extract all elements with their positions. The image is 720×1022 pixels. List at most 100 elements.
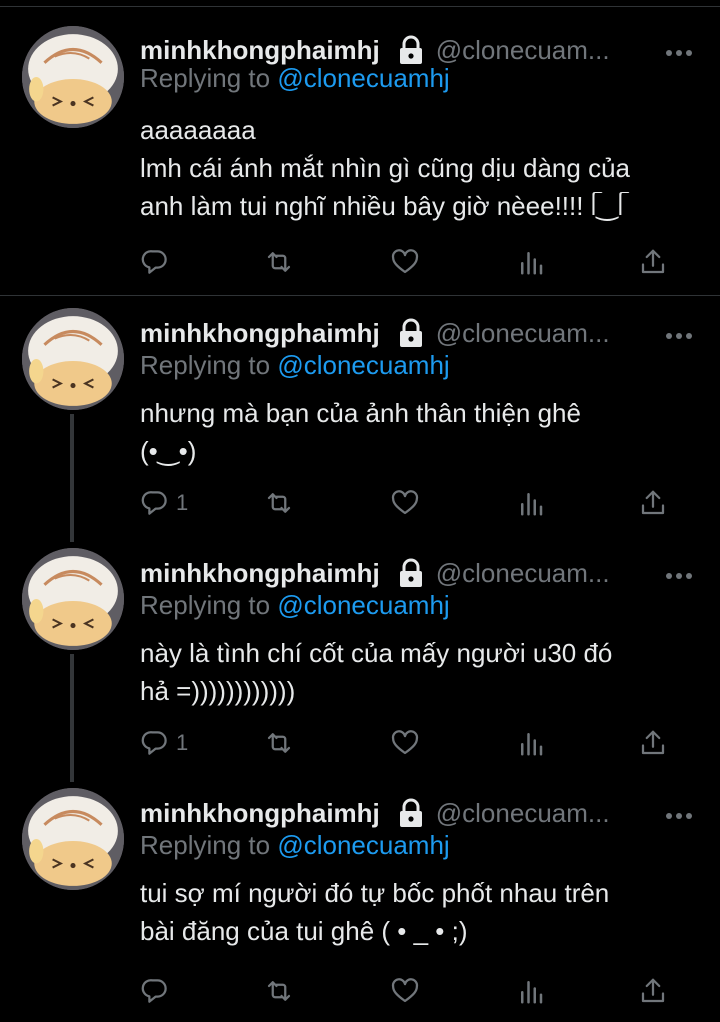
tweet-text-line: (•‿•) <box>140 436 197 466</box>
tweet-text-line: này là tình chí cốt của mấy người u30 đó <box>140 638 613 668</box>
author-handle[interactable]: @clonecuam... <box>436 318 610 349</box>
retweet-button[interactable] <box>264 726 294 760</box>
avatar[interactable] <box>22 548 124 650</box>
lock-icon <box>398 558 424 588</box>
share-icon <box>641 490 665 515</box>
reply-icon <box>141 250 167 274</box>
reply-icon <box>141 979 167 1003</box>
tweet-actions <box>140 974 680 1008</box>
replying-to: Replying to @clonecuamhj <box>140 830 450 861</box>
tweet-text-line: bài đăng của tui ghê ( • _ • ;) <box>140 916 468 946</box>
tweet-text-line: tui sợ mí người đó tự bốc phốt nhau trên <box>140 878 610 908</box>
heart-icon <box>391 490 419 515</box>
author-handle[interactable]: @clonecuam... <box>436 798 610 829</box>
reply-count: 1 <box>176 490 189 515</box>
lock-icon <box>398 798 424 828</box>
more-icon[interactable] <box>664 328 694 339</box>
tweet-text-line: hả =)))))))))))) <box>140 676 296 706</box>
share-button[interactable] <box>638 726 668 760</box>
author-handle[interactable]: @clonecuam... <box>436 35 610 66</box>
tweet[interactable]: minhkhongphaimhj @clonecuam... Replying … <box>0 7 720 296</box>
avatar[interactable] <box>22 308 124 410</box>
tweet-text-line: lmh cái ánh mắt nhìn gì cũng dịu dàng củ… <box>140 153 630 183</box>
author-name[interactable]: minhkhongphaimhj <box>140 558 380 589</box>
tweet-header: minhkhongphaimhj @clonecuam... <box>140 556 610 590</box>
author-name[interactable]: minhkhongphaimhj <box>140 35 380 66</box>
avatar[interactable] <box>22 788 124 890</box>
reply-button[interactable]: 1 <box>140 726 188 760</box>
tweet[interactable]: minhkhongphaimhj @clonecuam... Replying … <box>0 296 720 542</box>
replying-handle-link[interactable]: @clonecuamhj <box>277 63 449 93</box>
author-name[interactable]: minhkhongphaimhj <box>140 318 380 349</box>
views-icon <box>521 981 543 1004</box>
author-handle[interactable]: @clonecuam... <box>436 558 610 589</box>
retweet-button[interactable] <box>264 486 294 520</box>
replying-to: Replying to @clonecuamhj <box>140 590 450 621</box>
reply-button[interactable]: 1 <box>140 486 188 520</box>
share-button[interactable] <box>638 974 668 1008</box>
tweet-header: minhkhongphaimhj @clonecuam... <box>140 316 610 350</box>
like-button[interactable] <box>390 486 420 520</box>
more-icon[interactable] <box>664 568 694 579</box>
replying-prefix: Replying to <box>140 63 271 93</box>
heart-icon <box>391 730 419 755</box>
share-button[interactable] <box>638 486 668 520</box>
retweet-icon <box>267 733 291 753</box>
tweet-text-line: anh làm tui nghĩ nhiều bây giờ nèee!!!! … <box>140 191 624 221</box>
replying-prefix: Replying to <box>140 590 271 620</box>
views-button[interactable] <box>516 974 546 1008</box>
like-button[interactable] <box>390 726 420 760</box>
tweet-text: nhưng mà bạn của ảnh thân thiện ghê (•‿•… <box>140 394 700 470</box>
share-button[interactable] <box>638 245 668 279</box>
replying-prefix: Replying to <box>140 350 271 380</box>
views-button[interactable] <box>516 486 546 520</box>
thread-line <box>70 414 74 542</box>
retweet-icon <box>267 493 291 513</box>
tweet-header: minhkhongphaimhj @clonecuam... <box>140 796 610 830</box>
share-icon <box>641 249 665 274</box>
replying-handle-link[interactable]: @clonecuamhj <box>277 350 449 380</box>
views-icon <box>521 733 543 756</box>
tweet-actions: 1 <box>140 486 680 520</box>
replying-to: Replying to @clonecuamhj <box>140 350 450 381</box>
retweet-button[interactable] <box>264 245 294 279</box>
like-button[interactable] <box>390 974 420 1008</box>
share-icon <box>641 978 665 1003</box>
replying-handle-link[interactable]: @clonecuamhj <box>277 590 449 620</box>
author-name[interactable]: minhkhongphaimhj <box>140 798 380 829</box>
views-icon <box>521 493 543 516</box>
replying-prefix: Replying to <box>140 830 271 860</box>
tweet-text-line: aaaaaaaa <box>140 115 256 145</box>
views-button[interactable] <box>516 726 546 760</box>
tweet[interactable]: minhkhongphaimhj @clonecuam... Replying … <box>0 536 720 782</box>
replying-handle-link[interactable]: @clonecuamhj <box>277 830 449 860</box>
avatar[interactable] <box>22 26 124 128</box>
like-button[interactable] <box>390 245 420 279</box>
reply-count: 1 <box>176 730 189 755</box>
lock-icon <box>398 318 424 348</box>
heart-icon <box>391 978 419 1003</box>
reply-button[interactable] <box>140 245 176 279</box>
views-icon <box>521 252 543 275</box>
heart-icon <box>391 249 419 274</box>
views-button[interactable] <box>516 245 546 279</box>
more-icon[interactable] <box>664 45 694 56</box>
tweet-actions: 1 <box>140 726 680 760</box>
tweet-actions <box>140 245 680 279</box>
top-divider <box>0 0 720 7</box>
share-icon <box>641 730 665 755</box>
reply-icon <box>141 731 167 755</box>
tweet-text-line: nhưng mà bạn của ảnh thân thiện ghê <box>140 398 581 428</box>
retweet-icon <box>267 252 291 272</box>
thread-line <box>70 654 74 782</box>
lock-icon <box>398 35 424 65</box>
tweet[interactable]: minhkhongphaimhj @clonecuam... Replying … <box>0 776 720 1022</box>
retweet-button[interactable] <box>264 974 294 1008</box>
more-icon[interactable] <box>664 808 694 819</box>
tweet-text: này là tình chí cốt của mấy người u30 đó… <box>140 634 700 710</box>
tweet-header: minhkhongphaimhj @clonecuam... <box>140 33 610 67</box>
reply-button[interactable] <box>140 974 176 1008</box>
reply-icon <box>141 491 167 515</box>
replying-to: Replying to @clonecuamhj <box>140 63 450 94</box>
tweet-text: tui sợ mí người đó tự bốc phốt nhau trên… <box>140 874 700 950</box>
